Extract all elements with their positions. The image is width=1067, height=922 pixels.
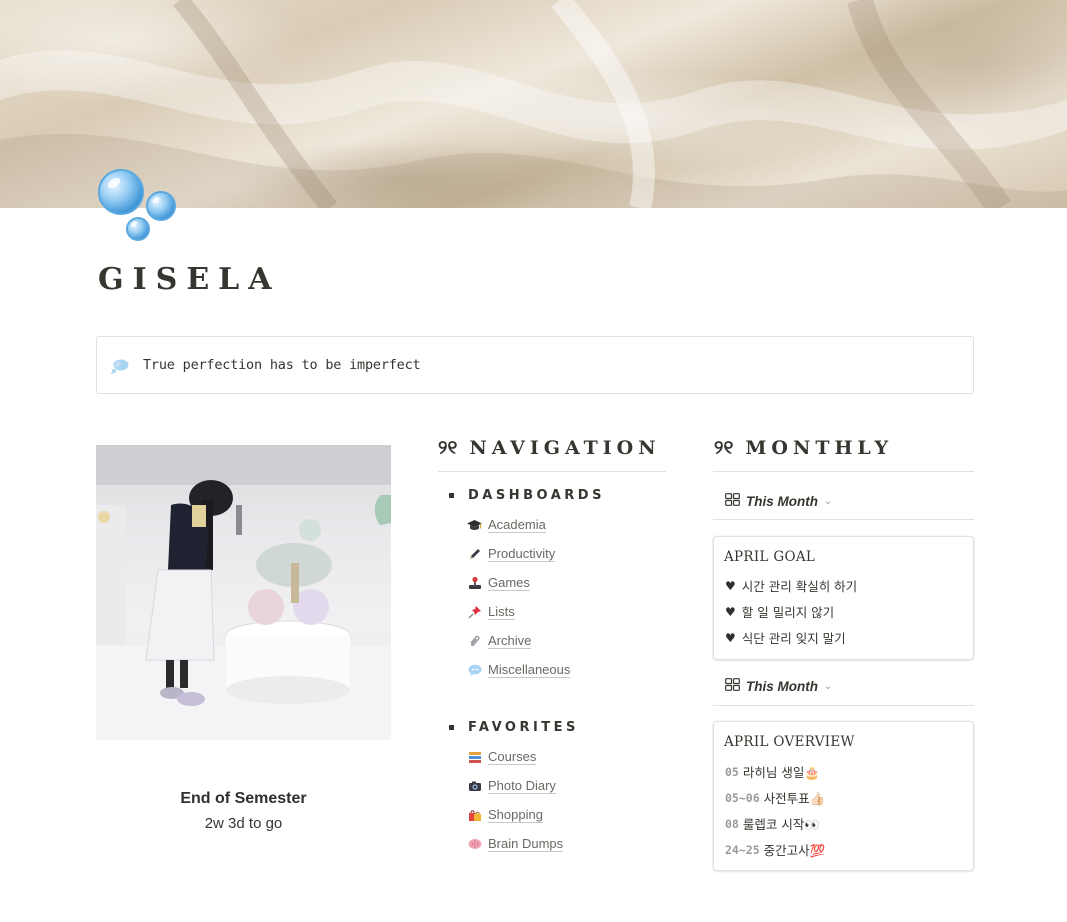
page-title[interactable]: GISELA bbox=[98, 262, 281, 297]
quote-callout[interactable]: True perfection has to be imperfect bbox=[96, 336, 974, 394]
callout-text: True perfection has to be imperfect bbox=[143, 357, 421, 373]
camera-icon bbox=[467, 779, 482, 794]
group-dashboards-label: DASHBOARDS bbox=[468, 488, 605, 503]
thought-balloon-icon bbox=[111, 358, 129, 375]
overview-line: 08 룰렙코 시작👀 bbox=[725, 816, 820, 833]
navigation-heading-label: NAVIGATION bbox=[469, 437, 661, 459]
link-games[interactable]: Games bbox=[467, 574, 530, 592]
view-tab-label: This Month bbox=[746, 678, 818, 694]
overview-line: 05 라히님 생일🎂 bbox=[725, 764, 820, 781]
speech-balloon-icon bbox=[467, 663, 482, 678]
group-favorites[interactable]: FAVORITES bbox=[449, 720, 579, 735]
navigation-divider bbox=[438, 471, 666, 472]
profile-photo bbox=[96, 445, 391, 740]
overview-line: 05~06 사전투표👍🏻 bbox=[725, 790, 826, 807]
graduation-cap-icon bbox=[467, 518, 482, 533]
chevron-down-icon[interactable]: ⌄ bbox=[824, 496, 832, 507]
link-lists[interactable]: Lists bbox=[467, 603, 515, 621]
view-tab-this-month-2[interactable]: This Month ⌄ bbox=[725, 678, 832, 694]
pushpin-icon bbox=[467, 605, 482, 620]
gallery-view-icon bbox=[725, 678, 740, 694]
bubbles-icon[interactable] bbox=[96, 166, 180, 244]
books-icon bbox=[467, 750, 482, 765]
navigation-heading: ୨୧ NAVIGATION bbox=[438, 437, 661, 459]
bullet bbox=[449, 725, 454, 730]
paperclip-icon bbox=[467, 634, 482, 649]
monthly-heading-label: MONTHLY bbox=[745, 437, 894, 459]
countdown-title: End of Semester bbox=[180, 790, 307, 807]
goal-line: ♥ 시간 관리 확실히 하기 bbox=[725, 578, 858, 595]
goal-card[interactable]: APRIL GOAL ♥ 시간 관리 확실히 하기 ♥ 할 일 밀리지 않기 ♥… bbox=[713, 536, 974, 660]
overview-card-title: APRIL OVERVIEW bbox=[724, 734, 855, 750]
brain-icon bbox=[467, 837, 482, 852]
link-courses[interactable]: Courses bbox=[467, 748, 537, 766]
group-favorites-label: FAVORITES bbox=[468, 720, 579, 735]
pen-icon bbox=[467, 547, 482, 562]
gallery-view-icon bbox=[725, 493, 740, 509]
monthly-heading: ୨୧ MONTHLY bbox=[714, 437, 893, 459]
link-academia[interactable]: Academia bbox=[467, 516, 546, 534]
joystick-icon bbox=[467, 576, 482, 591]
black-heart-icon: ♥ bbox=[725, 604, 736, 619]
link-productivity[interactable]: Productivity bbox=[467, 545, 556, 563]
view-divider bbox=[713, 705, 974, 706]
overview-card[interactable]: APRIL OVERVIEW 05 라히님 생일🎂 05~06 사전투표👍🏻 0… bbox=[713, 721, 974, 871]
overview-line: 24~25 중간고사💯 bbox=[725, 842, 826, 859]
link-shopping[interactable]: Shopping bbox=[467, 806, 543, 824]
bullet bbox=[449, 493, 454, 498]
link-brain-dumps[interactable]: Brain Dumps bbox=[467, 835, 564, 853]
chevron-down-icon[interactable]: ⌄ bbox=[824, 681, 832, 692]
ribbon-glyph: ୨୧ bbox=[714, 437, 734, 459]
goal-card-title: APRIL GOAL bbox=[724, 549, 816, 565]
goal-line: ♥ 식단 관리 잊지 말기 bbox=[725, 630, 846, 647]
view-tab-this-month[interactable]: This Month ⌄ bbox=[725, 493, 832, 509]
black-heart-icon: ♥ bbox=[725, 578, 736, 593]
countdown-subtitle: 2w 3d to go bbox=[204, 815, 283, 832]
black-heart-icon: ♥ bbox=[725, 630, 736, 645]
goal-line: ♥ 할 일 밀리지 않기 bbox=[725, 604, 835, 621]
link-archive[interactable]: Archive bbox=[467, 632, 532, 650]
monthly-divider bbox=[713, 471, 974, 472]
link-miscellaneous[interactable]: Miscellaneous bbox=[467, 661, 571, 679]
view-tab-label: This Month bbox=[746, 493, 818, 509]
view-divider bbox=[713, 519, 974, 520]
link-photo-diary[interactable]: Photo Diary bbox=[467, 777, 556, 795]
group-dashboards[interactable]: DASHBOARDS bbox=[449, 488, 605, 503]
ribbon-glyph: ୨୧ bbox=[438, 437, 458, 459]
shopping-bags-icon bbox=[467, 808, 482, 823]
